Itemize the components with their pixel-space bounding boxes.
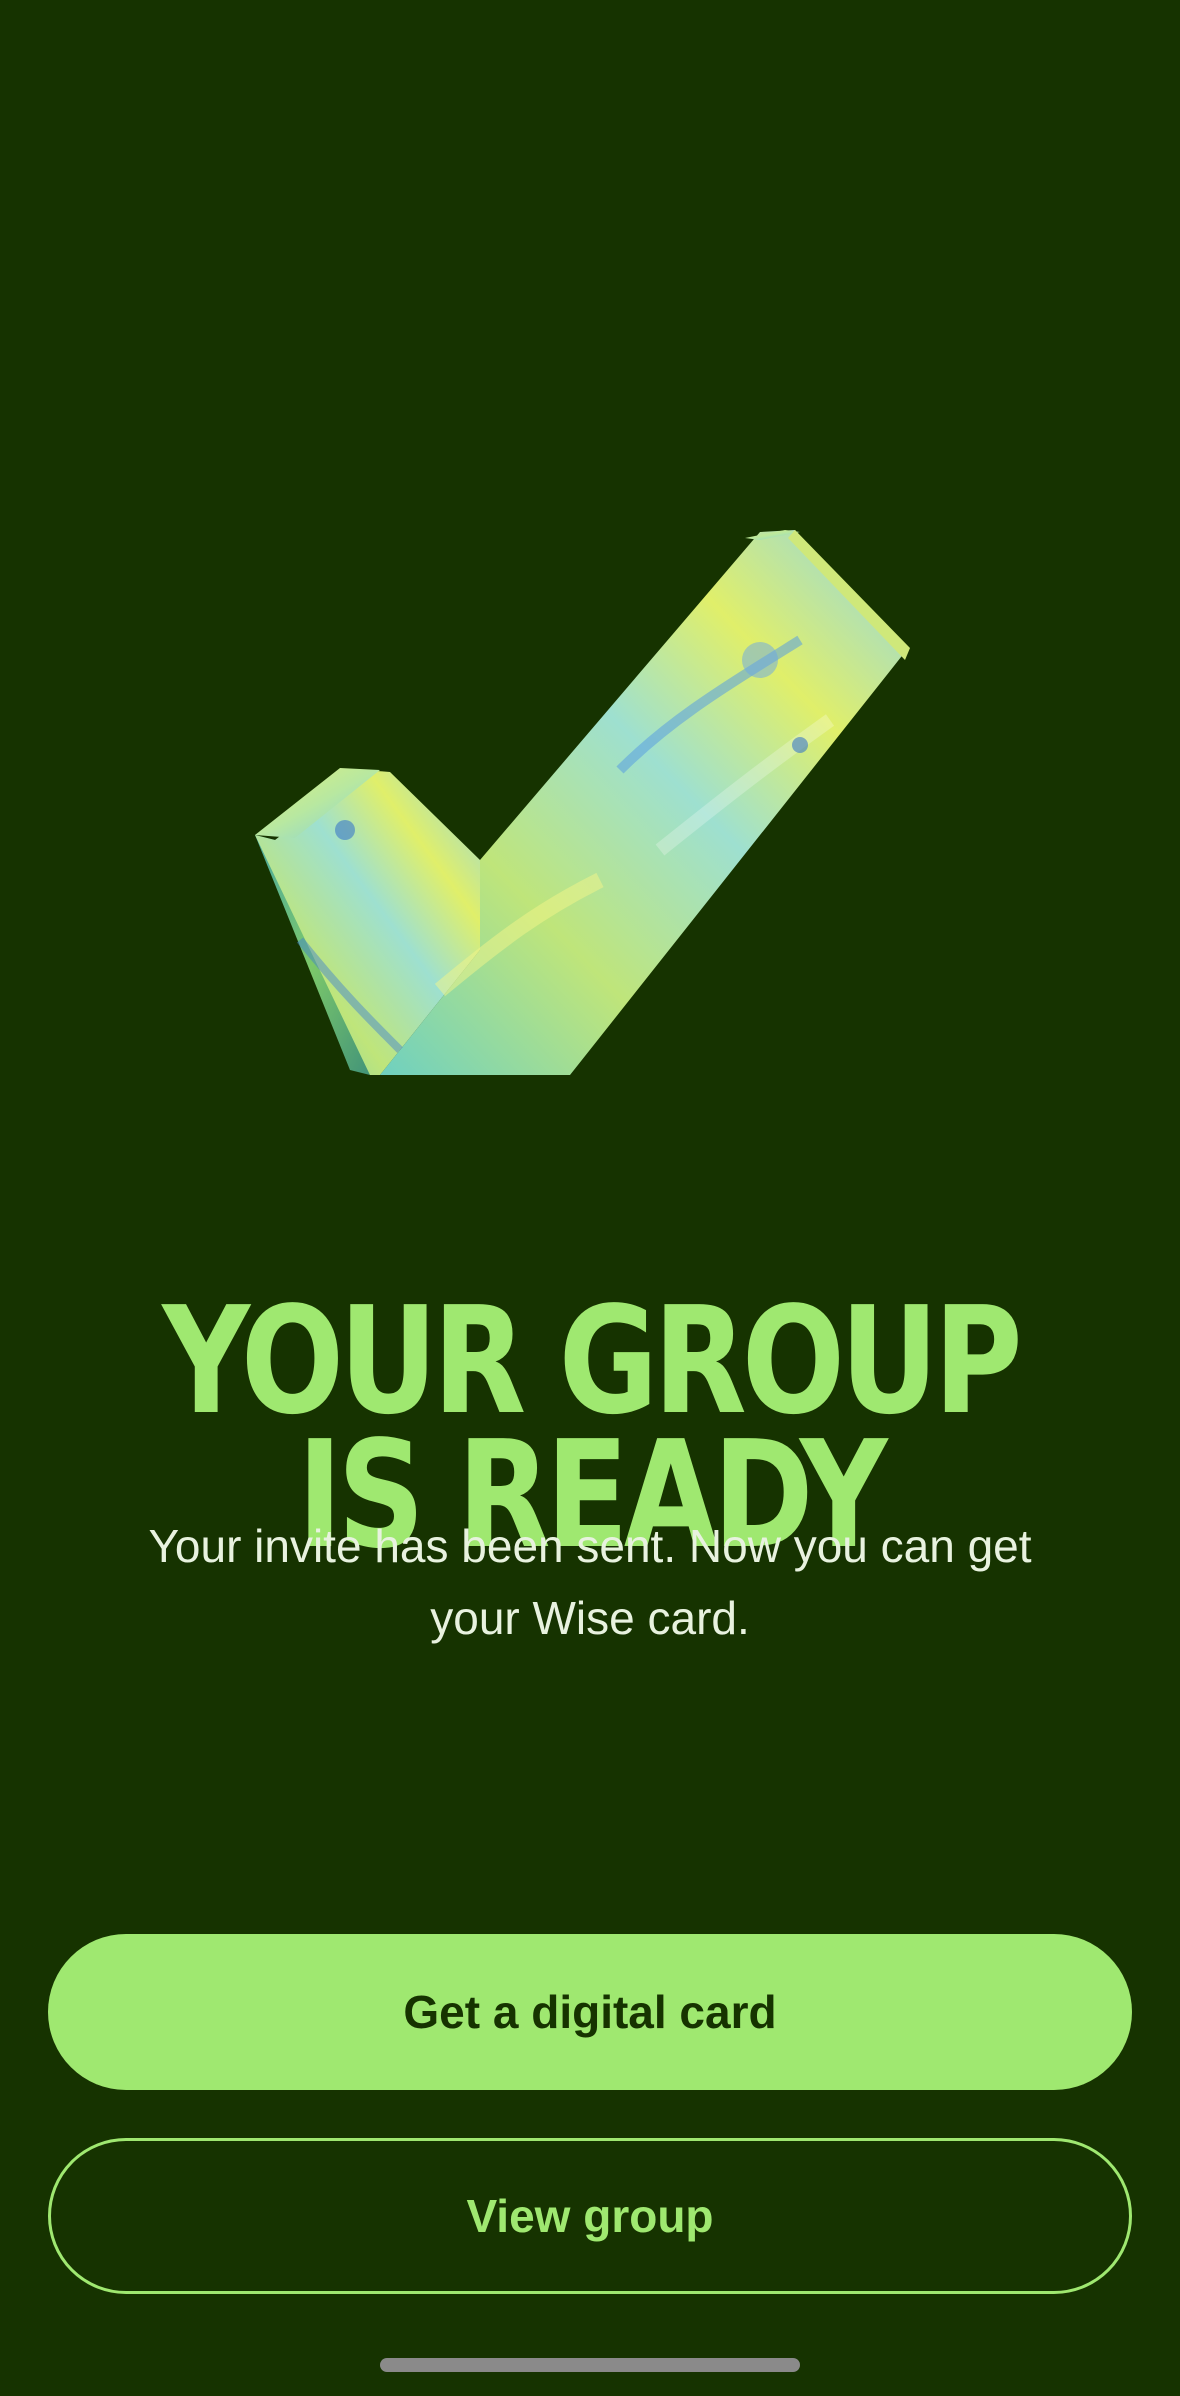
get-digital-card-label: Get a digital card: [403, 1986, 777, 2038]
group-ready-screen: YOUR GROUP IS READY Your invite has been…: [0, 0, 1180, 2396]
get-digital-card-button[interactable]: Get a digital card: [48, 1934, 1132, 2090]
subtitle: Your invite has been sent. Now you can g…: [90, 1510, 1090, 1654]
view-group-label: View group: [466, 2190, 714, 2242]
subtitle-line-2: your Wise card.: [430, 1592, 750, 1644]
home-indicator[interactable]: [380, 2358, 800, 2372]
page-title-line-1: YOUR GROUP: [162, 1275, 1022, 1448]
checkmark-icon: [255, 530, 910, 1075]
subtitle-line-1: Your invite has been sent. Now you can g…: [148, 1520, 1032, 1572]
view-group-button[interactable]: View group: [48, 2138, 1132, 2294]
